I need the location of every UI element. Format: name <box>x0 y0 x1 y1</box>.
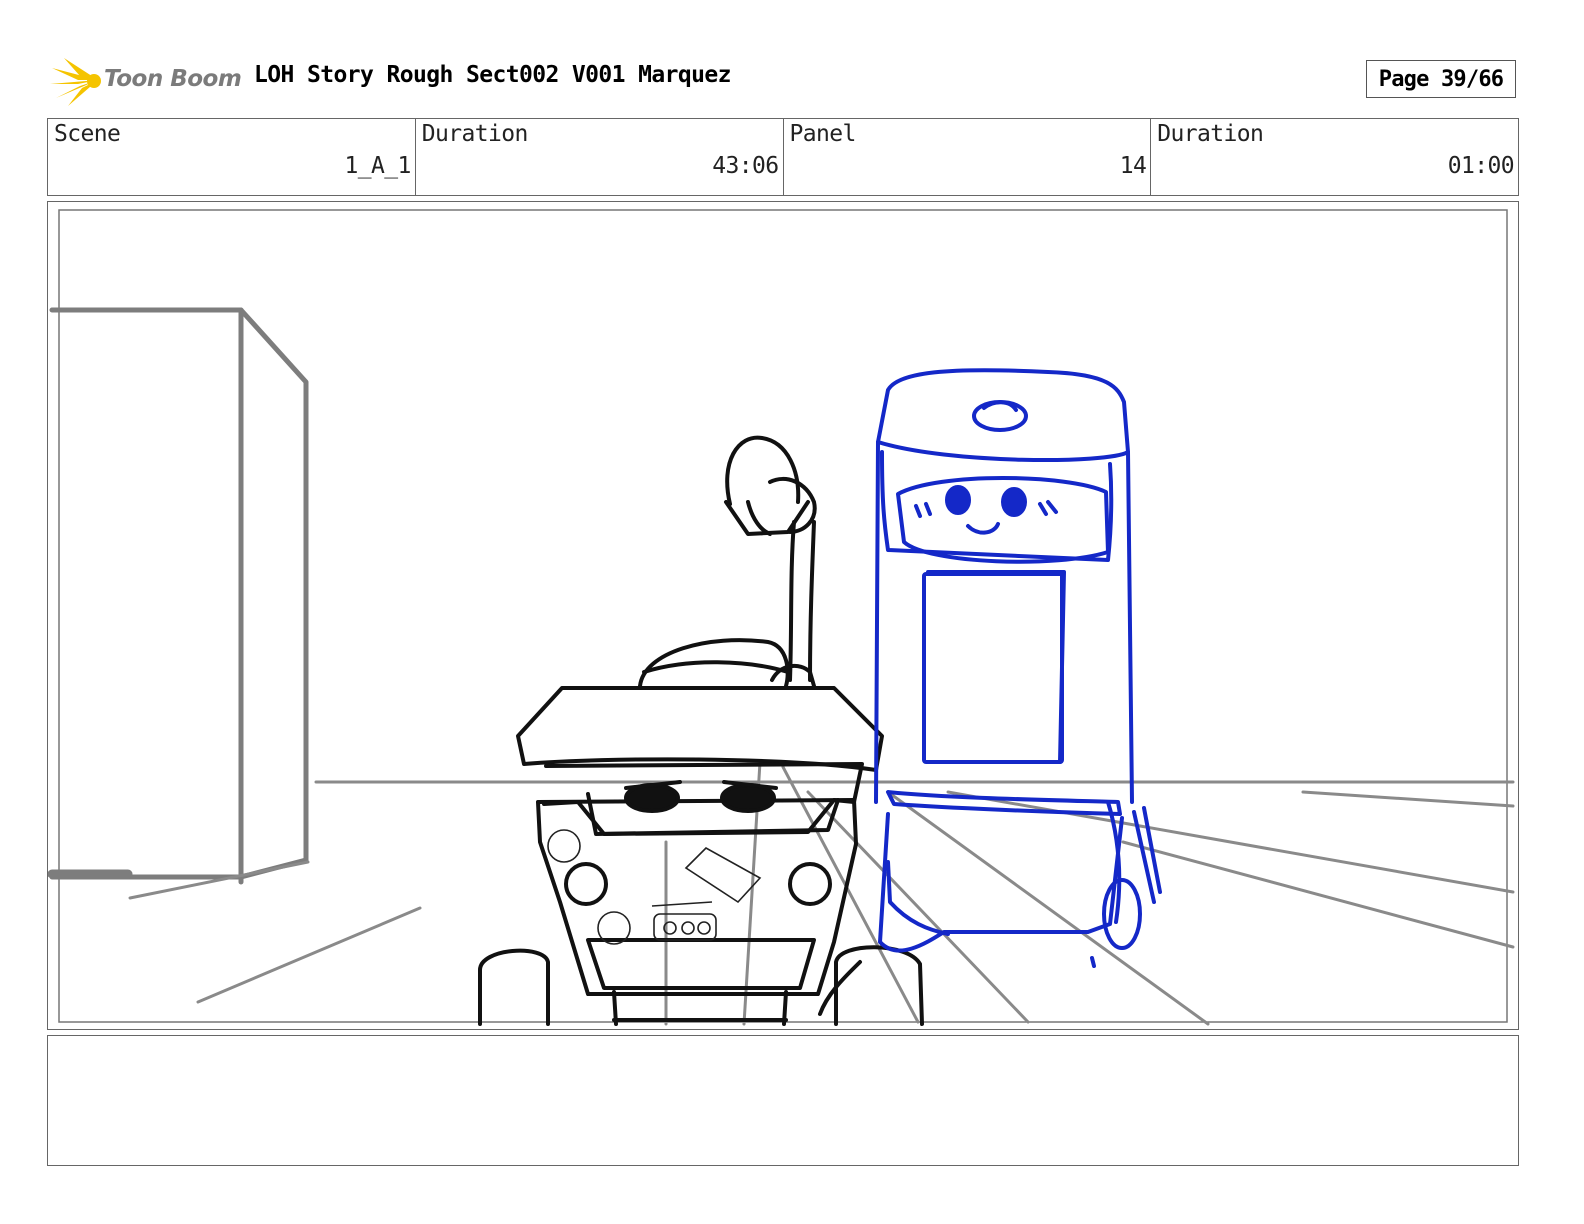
panel-label: Panel <box>789 121 857 147</box>
scene-cell: Scene 1_A_1 <box>48 119 416 195</box>
document-title: LOH Story Rough Sect002 V001 Marquez <box>254 62 732 88</box>
panel-duration-value: 01:00 <box>1447 153 1515 179</box>
panel-duration-cell: Duration 01:00 <box>1151 119 1518 195</box>
scene-info-table: Scene 1_A_1 Duration 43:06 Panel 14 Dura… <box>47 118 1519 196</box>
inner-frame <box>58 209 1508 1023</box>
panel-cell: Panel 14 <box>784 119 1152 195</box>
background-cabinet <box>48 307 309 885</box>
panel-duration-label: Duration <box>1157 121 1264 147</box>
scene-duration-label: Duration <box>421 121 529 147</box>
scene-label: Scene <box>54 121 121 147</box>
page-number: Page 39/66 <box>1378 66 1504 92</box>
scene-duration-value: 43:06 <box>712 153 779 179</box>
scene-value: 1_A_1 <box>344 153 412 179</box>
storyboard-panel <box>47 201 1519 1030</box>
blue-robot <box>874 368 1162 968</box>
logo-text: Toon Boom <box>104 66 242 92</box>
toon-boom-logo: Toon Boom <box>50 54 242 108</box>
panel-sketch <box>48 209 1515 1026</box>
page-indicator: Page 39/66 <box>1366 60 1516 98</box>
scene-duration-cell: Duration 43:06 <box>416 119 784 195</box>
panel-value: 14 <box>1119 153 1147 179</box>
robot-stickers <box>547 829 762 945</box>
black-robot <box>478 435 924 1026</box>
panel-notes-box <box>47 1035 1519 1166</box>
toon-boom-star-icon <box>50 58 101 106</box>
